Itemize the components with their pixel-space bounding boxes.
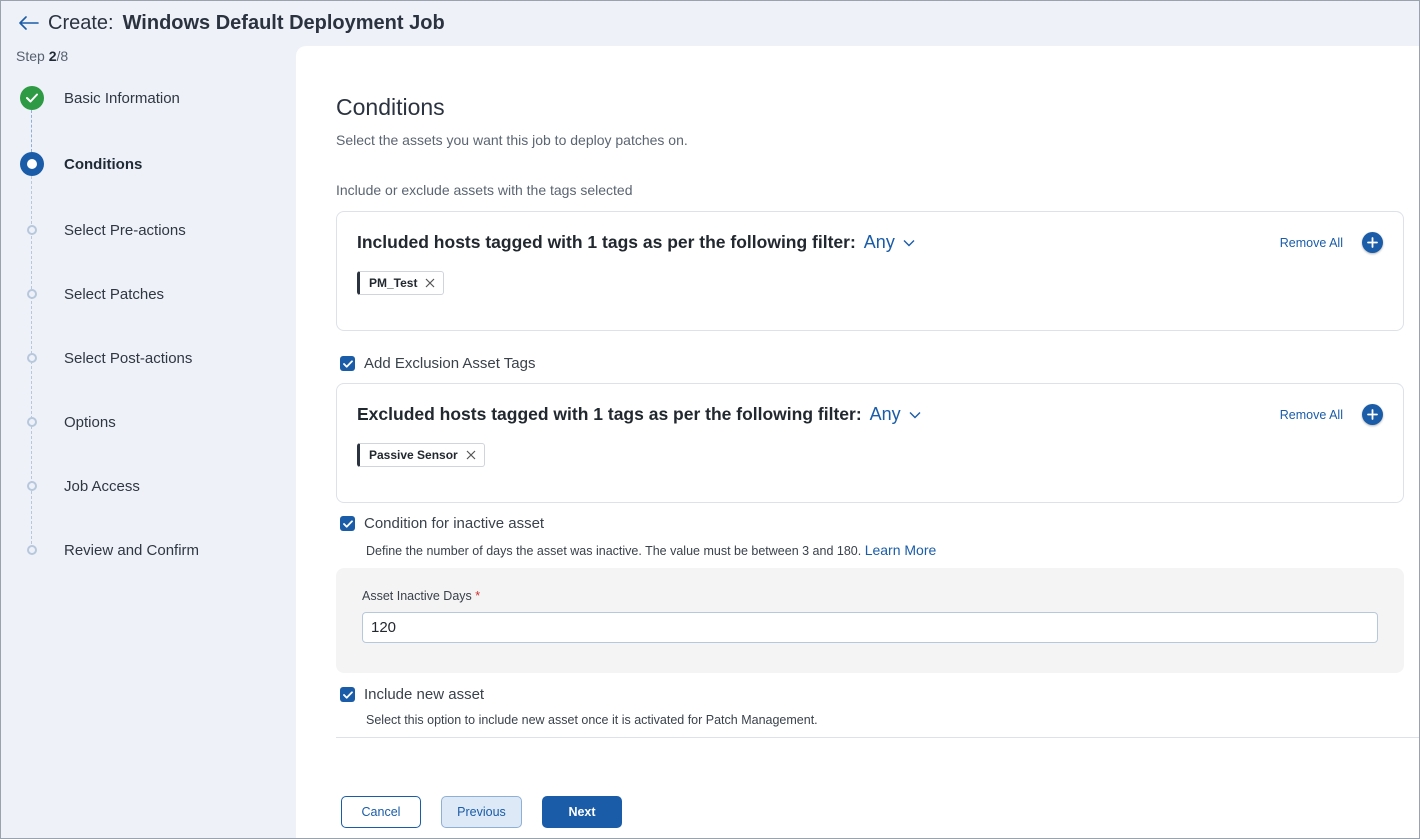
pending-step-icon: [27, 545, 37, 555]
exclusion-checkbox[interactable]: [340, 356, 355, 371]
check-icon: [20, 86, 44, 110]
chevron-down-icon: [909, 411, 921, 418]
step-counter: Step 2/8: [16, 48, 69, 64]
plus-icon: [1367, 237, 1378, 248]
pending-step-icon: [27, 289, 37, 299]
section-title: Conditions: [336, 94, 445, 120]
inactive-days-label: Asset Inactive Days *: [362, 589, 481, 603]
step-select-patches[interactable]: Select Patches: [0, 274, 296, 314]
close-icon[interactable]: [466, 450, 476, 460]
inactive-asset-checkbox-label: Condition for inactive asset: [364, 515, 545, 532]
inactive-asset-checkbox[interactable]: [340, 516, 355, 531]
step-label: Options: [64, 413, 116, 431]
header-prefix: Create:: [48, 11, 114, 34]
step-job-access[interactable]: Job Access: [0, 466, 296, 506]
step-label: Conditions: [64, 155, 143, 173]
step-label: Job Access: [64, 477, 140, 495]
include-exclude-label: Include or exclude assets with the tags …: [336, 182, 633, 198]
inactive-days-panel: Asset Inactive Days *: [336, 568, 1404, 673]
included-tags-title: Included hosts tagged with 1 tags as per…: [357, 232, 915, 253]
inactive-days-input[interactable]: [362, 612, 1378, 643]
excluded-remove-all-link[interactable]: Remove All: [1280, 408, 1343, 422]
step-label: Select Pre-actions: [64, 221, 186, 239]
step-basic-information[interactable]: Basic Information: [0, 78, 296, 118]
step-label: Select Patches: [64, 285, 165, 303]
included-tags-box: Included hosts tagged with 1 tags as per…: [336, 211, 1404, 331]
step-select-post-actions[interactable]: Select Post-actions: [0, 338, 296, 378]
step-review-and-confirm[interactable]: Review and Confirm: [0, 530, 296, 570]
excluded-tags-box: Excluded hosts tagged with 1 tags as per…: [336, 383, 1404, 503]
previous-button[interactable]: Previous: [441, 796, 522, 828]
pending-step-icon: [27, 481, 37, 491]
step-select-pre-actions[interactable]: Select Pre-actions: [0, 210, 296, 250]
check-icon: [342, 519, 353, 528]
close-icon[interactable]: [425, 278, 435, 288]
include-new-asset-checkbox[interactable]: [340, 687, 355, 702]
step-label: Review and Confirm: [64, 541, 200, 559]
section-subtitle: Select the assets you want this job to d…: [336, 132, 688, 148]
include-new-asset-label: Include new asset: [364, 686, 485, 703]
next-button[interactable]: Next: [542, 796, 622, 828]
divider: [336, 737, 1420, 738]
excluded-filter-dropdown[interactable]: Any: [870, 404, 921, 425]
pending-step-icon: [27, 225, 37, 235]
pending-step-icon: [27, 417, 37, 427]
add-included-tag-button[interactable]: [1362, 232, 1383, 253]
inactive-help-text: Define the number of days the asset was …: [366, 542, 937, 558]
required-marker: *: [475, 589, 481, 603]
exclusion-checkbox-label: Add Exclusion Asset Tags: [364, 355, 536, 372]
tag-chip: PM_Test: [357, 271, 445, 295]
step-total: /8: [56, 48, 69, 64]
step-label: Select Post-actions: [64, 349, 193, 367]
current-step-icon: [20, 152, 44, 176]
inactive-checkbox-row: Condition for inactive asset: [340, 515, 544, 532]
main-panel: Conditions Select the assets you want th…: [296, 46, 1420, 839]
tag-chip: Passive Sensor: [357, 443, 485, 467]
included-remove-all-link[interactable]: Remove All: [1280, 236, 1343, 250]
step-current: 2: [48, 48, 57, 64]
step-conditions[interactable]: Conditions: [0, 144, 296, 184]
new-asset-checkbox-row: Include new asset: [340, 686, 484, 703]
new-asset-help-text: Select this option to include new asset …: [366, 713, 818, 727]
back-arrow-icon[interactable]: [18, 12, 40, 34]
page-header: Create: Windows Default Deployment Job: [0, 0, 1420, 46]
included-filter-dropdown[interactable]: Any: [864, 232, 915, 253]
learn-more-link[interactable]: Learn More: [865, 542, 937, 558]
pending-step-icon: [27, 353, 37, 363]
add-excluded-tag-button[interactable]: [1362, 404, 1383, 425]
chevron-down-icon: [903, 239, 915, 246]
check-icon: [342, 359, 353, 368]
cancel-button[interactable]: Cancel: [341, 796, 421, 828]
check-icon: [342, 690, 353, 699]
step-label: Basic Information: [64, 89, 180, 107]
page-title: Windows Default Deployment Job: [122, 11, 445, 34]
step-options[interactable]: Options: [0, 402, 296, 442]
exclusion-checkbox-row: Add Exclusion Asset Tags: [340, 355, 536, 372]
excluded-tags-title: Excluded hosts tagged with 1 tags as per…: [357, 404, 921, 425]
plus-icon: [1367, 409, 1378, 420]
